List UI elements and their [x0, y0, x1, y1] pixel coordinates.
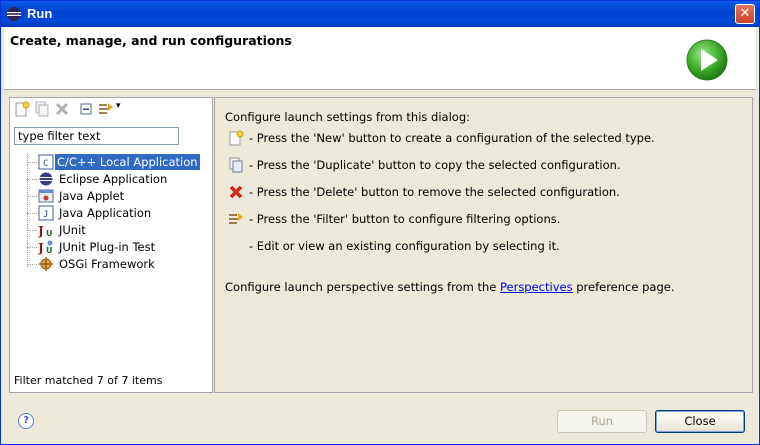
c-app-icon: C — [38, 154, 54, 170]
filter-dropdown-button[interactable]: ▾ — [116, 101, 121, 111]
duplicate-icon[interactable] — [34, 101, 50, 117]
run-button[interactable]: Run — [557, 410, 647, 433]
tree-item-label: Java Applet — [59, 189, 125, 203]
duplicate-icon — [229, 157, 243, 173]
filter-icon[interactable] — [98, 101, 114, 117]
svg-text:J: J — [38, 241, 44, 255]
info-new: - Press the 'New' button to create a con… — [249, 131, 655, 145]
tree-item-label: Java Application — [59, 206, 152, 220]
tree-item-junit[interactable]: J U JUnit — [20, 222, 210, 239]
tree-item-java-applet[interactable]: Java Applet — [20, 188, 210, 205]
delete-icon[interactable] — [54, 101, 70, 117]
svg-text:U: U — [46, 246, 53, 255]
collapse-all-icon[interactable] — [78, 101, 94, 117]
info-filter: - Press the 'Filter' button to configure… — [249, 212, 561, 226]
info-delete: - Press the 'Delete' button to remove th… — [249, 185, 620, 199]
svg-text:U: U — [46, 229, 53, 238]
tree-item-label: OSGi Framework — [59, 257, 155, 271]
info-perspective: Configure launch perspective settings fr… — [225, 280, 674, 294]
java-app-icon: J — [38, 205, 54, 221]
filter-input[interactable] — [14, 127, 179, 145]
tree-item-c-cpp-local-application[interactable]: C C/C++ Local Application — [20, 154, 210, 171]
junit-plugin-icon: J U — [38, 240, 53, 255]
eclipse-icon — [39, 172, 53, 186]
eclipse-logo-icon — [7, 7, 21, 21]
info-duplicate: - Press the 'Duplicate' button to copy t… — [249, 158, 621, 172]
tree-item-label: JUnit Plug-in Test — [59, 240, 156, 254]
filter-icon — [229, 213, 243, 224]
tree-item-osgi-framework[interactable]: OSGi Framework — [20, 256, 210, 273]
new-config-icon — [229, 130, 244, 146]
tree-item-label: Eclipse Application — [59, 172, 168, 186]
window-title: Run — [27, 6, 53, 21]
tree-item-label: C/C++ Local Application — [55, 154, 200, 170]
new-config-icon[interactable] — [14, 101, 30, 117]
launch-settings-info-pane: Configure launch settings from this dial… — [214, 97, 753, 393]
configuration-tree-pane: ▾ C C/C++ Local Application E — [9, 97, 213, 393]
osgi-icon — [39, 257, 53, 271]
filter-status: Filter matched 7 of 7 items — [14, 374, 163, 387]
tree-item-java-application[interactable]: J Java Application — [20, 205, 210, 222]
delete-icon — [229, 185, 243, 199]
tree-item-label: JUnit — [59, 223, 86, 237]
window-close-button[interactable]: ✕ — [735, 4, 755, 24]
run-dialog: Run ✕ Create, manage, and run configurat… — [0, 0, 760, 445]
perspective-prefix: Configure launch perspective settings fr… — [225, 280, 500, 294]
java-applet-icon — [38, 189, 54, 203]
junit-icon: J U — [38, 224, 53, 238]
svg-text:C: C — [43, 159, 48, 169]
help-icon[interactable]: ? — [18, 413, 34, 429]
header-title: Create, manage, and run configurations — [10, 33, 292, 48]
info-intro: Configure launch settings from this dial… — [225, 110, 470, 124]
dialog-header: Create, manage, and run configurations — [4, 27, 756, 90]
tree-toolbar: ▾ — [10, 98, 212, 122]
title-bar[interactable]: Run ✕ — [1, 1, 759, 27]
svg-text:J: J — [38, 224, 44, 238]
perspective-suffix: preference page. — [572, 280, 675, 294]
tree-item-eclipse-application[interactable]: Eclipse Application — [20, 171, 210, 188]
close-button[interactable]: Close — [655, 410, 745, 433]
perspectives-link[interactable]: Perspectives — [500, 280, 573, 294]
run-banner-icon — [686, 39, 728, 81]
info-edit: - Edit or view an existing configuration… — [249, 239, 560, 253]
svg-text:J: J — [43, 210, 48, 220]
tree-item-junit-plug-in-test[interactable]: J U JUnit Plug-in Test — [20, 239, 210, 256]
